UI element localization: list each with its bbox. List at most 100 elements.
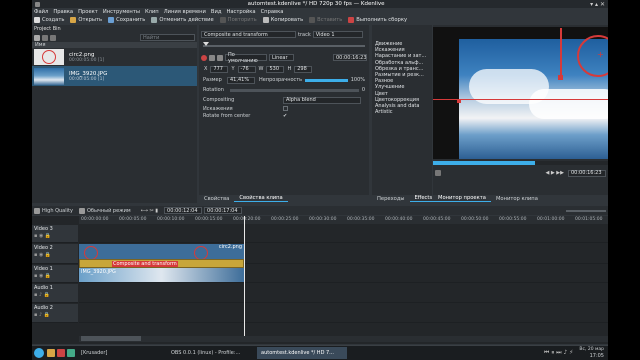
track-header-audio2[interactable]: Audio 2 ▪ ♪ 🔒	[32, 304, 78, 323]
open-button[interactable]: Открыть	[70, 16, 102, 23]
next-keyframe-icon[interactable]	[217, 54, 223, 61]
interp-type-select[interactable]: Linear	[269, 54, 294, 61]
opacity-slider[interactable]	[305, 78, 348, 82]
track-header-video2[interactable]: Video 2 ▪ ◉ 🔒	[32, 244, 78, 264]
scrollbar-thumb[interactable]	[81, 336, 141, 341]
interp-select[interactable]: По умолчанию	[225, 52, 267, 64]
x-field[interactable]: 777	[210, 65, 229, 73]
tab-transitions[interactable]: Переходы	[372, 196, 410, 202]
timeline-ruler[interactable]: 00:00:00:00 00:00:05:00 00:00:10:00 00:00:1…	[79, 216, 608, 224]
files-icon[interactable]	[47, 349, 55, 357]
timeline-scrollbar[interactable]	[79, 336, 608, 342]
track-controls-icon[interactable]: ▪ ◉ 🔒	[32, 273, 51, 279]
transition-select[interactable]: Composite and transform	[201, 31, 296, 38]
edit-mode-select[interactable]: Обычный режим	[87, 208, 131, 214]
track-controls-icon[interactable]: ▪ ♪ 🔒	[32, 312, 50, 318]
bin-item[interactable]: circ2.png 00:00:05:00 [1]	[32, 48, 197, 66]
monitor-viewport[interactable]: +	[433, 27, 608, 159]
copy-button[interactable]: Копировать	[262, 16, 303, 23]
track-header-video3[interactable]: Video 3 ▪ ◉ 🔒	[32, 225, 78, 243]
zoom-icon[interactable]	[435, 170, 441, 176]
quality-select[interactable]: High Quality	[42, 208, 73, 214]
track-name: Video 2	[34, 245, 53, 251]
track-lane-audio2[interactable]	[79, 304, 608, 323]
transform-handle[interactable]	[457, 99, 461, 103]
keyframe-marker[interactable]	[203, 42, 209, 46]
browser-icon[interactable]	[57, 349, 65, 357]
track-select[interactable]: Video 1	[312, 31, 363, 38]
menu-item[interactable]: Клип	[145, 9, 159, 15]
edit-mode-icon[interactable]	[78, 207, 85, 214]
track-lane-video1[interactable]: IMG_3920.JPG	[79, 268, 608, 283]
menu-item[interactable]: Файл	[34, 9, 48, 15]
menu-item[interactable]: Вид	[211, 9, 222, 15]
app-launcher-icon[interactable]	[67, 349, 75, 357]
rotation-slider[interactable]	[230, 88, 359, 92]
compositing-select[interactable]: Alpha blend	[283, 96, 361, 104]
track-name: Video 3	[34, 226, 53, 232]
monitor-timecode[interactable]: 00:00:16:23	[568, 169, 606, 177]
keyframe-ruler[interactable]	[203, 42, 365, 50]
y-field[interactable]: -76	[237, 65, 256, 73]
track-header-audio1[interactable]: Audio 1 ▪ ♪ 🔒	[32, 284, 78, 303]
effect-category[interactable]: Artistic	[375, 109, 432, 115]
menu-item[interactable]: Линия времени	[164, 9, 206, 15]
window-controls[interactable]: ▾ ▴ ✕	[590, 1, 605, 8]
distort-checkbox[interactable]	[283, 106, 288, 111]
transition-label: Composite and transform	[112, 261, 178, 267]
tab-properties[interactable]: Свойства	[199, 196, 234, 202]
track-header-video1[interactable]: Video 1 ▪ ◉ 🔒	[32, 265, 78, 283]
tab-clip-properties[interactable]: Свойства клипа	[234, 195, 288, 202]
menu-item[interactable]: Инструменты	[103, 9, 140, 15]
effect-category[interactable]: Нарастание и зат...	[375, 53, 432, 59]
menu-item[interactable]: Проект	[78, 9, 98, 15]
h-field[interactable]: 298	[294, 65, 313, 73]
timeline-clip[interactable]: IMG_3920.JPG	[79, 268, 244, 282]
playhead[interactable]	[244, 216, 245, 336]
w-field[interactable]: 530	[266, 65, 285, 73]
tab-clip-monitor[interactable]: Монитор клипа	[491, 196, 543, 202]
render-button[interactable]: Выполнить сборку	[348, 16, 407, 23]
transition-clip[interactable]: Composite and transform	[79, 259, 244, 268]
bin-item-selected[interactable]: IMG_3920.JPG 00:00:05:00 [1]	[32, 66, 197, 86]
keyframe-timecode[interactable]: 00:00:16:23	[333, 54, 367, 61]
undo-button[interactable]: Отменить действие	[151, 16, 214, 23]
track-controls-icon[interactable]: ▪ ◉ 🔒	[32, 252, 51, 258]
menu-item[interactable]: Настройка	[226, 9, 255, 15]
circle-graphic	[84, 246, 98, 260]
start-menu-icon[interactable]	[34, 348, 44, 358]
redo-button[interactable]: Повторить	[219, 16, 257, 23]
create-button[interactable]: Создать	[34, 16, 64, 23]
task-krusader[interactable]: [Krusader]	[77, 347, 167, 359]
menu-item[interactable]: Справка	[261, 9, 284, 15]
transform-handle[interactable]	[558, 75, 563, 80]
monitor-scrub-bar[interactable]	[433, 161, 608, 165]
menu-item[interactable]: Правка	[53, 9, 73, 15]
add-clip-icon[interactable]	[34, 34, 40, 41]
track-controls-icon[interactable]: ▪ ◉ 🔒	[32, 233, 51, 239]
track-controls-icon[interactable]: ▪ ♪ 🔒	[32, 292, 50, 298]
system-tray-icons[interactable]: ⏮ ⏸ ⏭ ♪ ⚡	[544, 349, 573, 357]
preview-quality-icon[interactable]	[34, 207, 40, 214]
size-field[interactable]: 41,41%	[227, 76, 255, 84]
tab-project-monitor[interactable]: Монитор проекта	[433, 195, 491, 202]
rotate-center-checkbox[interactable]: ✔	[283, 113, 287, 119]
view-mode-icon[interactable]	[50, 34, 56, 41]
distort-row: Искажения	[199, 105, 369, 112]
add-keyframe-icon[interactable]	[201, 54, 207, 61]
bin-menu-icon[interactable]	[42, 34, 48, 41]
task-kdenlive[interactable]: automtest.kdenlive */ HD 7...	[257, 347, 347, 359]
bin-search-input[interactable]: Найти	[140, 34, 195, 41]
track-lane-audio1[interactable]	[79, 284, 608, 303]
track-lane-video3[interactable]	[79, 225, 608, 243]
clock[interactable]: Вс, 20 мар 17:05	[579, 347, 604, 359]
timeline-tool-icons[interactable]: ⟷ ✂ ▮	[141, 208, 158, 214]
save-button[interactable]: Сохранить	[108, 16, 145, 23]
prev-keyframe-icon[interactable]	[209, 54, 215, 61]
timeline-position[interactable]: 00:00:12:04	[164, 207, 203, 214]
monitor-transport[interactable]: ◀ ▶ ▶▶	[545, 170, 564, 176]
paste-button[interactable]: Вставить	[309, 16, 342, 23]
zoom-slider[interactable]	[566, 209, 606, 212]
timeline-duration: 00:00:17:04	[204, 207, 243, 214]
task-obs[interactable]: OBS 0.0.1 (linux) - Profile:...	[167, 347, 257, 359]
